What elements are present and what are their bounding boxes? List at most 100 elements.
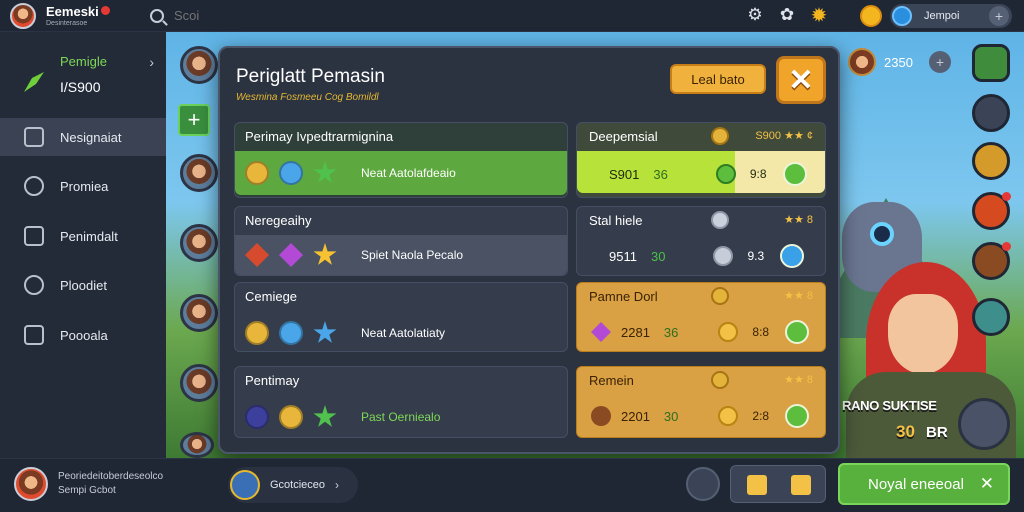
- sidebar-item-3[interactable]: Ploodiet: [0, 266, 166, 304]
- avatar[interactable]: [10, 2, 36, 29]
- gem-icon: [279, 243, 303, 267]
- hero-count-avatar: [848, 48, 876, 76]
- team-card[interactable]: Pentimay Past Oerniealo: [234, 366, 568, 438]
- team-card-row: Past Oerniealo: [235, 395, 567, 439]
- forge-button[interactable]: [972, 94, 1010, 132]
- team-card[interactable]: Perimay Ivpedtrarmignina Neat Aatolafdea…: [234, 122, 568, 198]
- reward-value-secondary: 36: [653, 166, 668, 182]
- skill-button[interactable]: [972, 298, 1010, 336]
- confirm-button[interactable]: Noyal eneeoal ✕: [838, 463, 1010, 505]
- reward-ratio: 2:8: [752, 409, 770, 423]
- add-hero-count-button[interactable]: +: [928, 51, 951, 73]
- confirm-button-label: Noyal eneeoal: [868, 475, 964, 493]
- action-button[interactable]: [958, 398, 1010, 450]
- hero-avatar[interactable]: [180, 364, 218, 402]
- coin-icon: [718, 322, 739, 342]
- sidebar-item-label: Poooala: [60, 327, 108, 343]
- currency-value: Jempoi: [924, 10, 960, 22]
- quest-icon: [230, 470, 260, 500]
- reward-value-secondary: 30: [650, 248, 666, 264]
- star-icon: [313, 405, 337, 427]
- coin-icon[interactable]: [860, 5, 882, 27]
- compass-icon: [24, 176, 44, 196]
- add-currency-button[interactable]: +: [989, 6, 1009, 26]
- shop-box[interactable]: [730, 465, 826, 503]
- sidebar-header-value: I/S900: [60, 79, 101, 95]
- hero-icon: [279, 405, 303, 429]
- quest-pill-label: Gcotcieceo: [270, 479, 326, 491]
- search-icon[interactable]: [150, 8, 164, 23]
- reward-card-row: S901 36 9:8: [577, 151, 825, 197]
- quest-pill[interactable]: Gcotcieceo ›: [228, 467, 358, 503]
- add-hero-button[interactable]: +: [178, 104, 210, 136]
- lead-button[interactable]: Leal bato: [670, 64, 766, 94]
- reward-value-secondary: 30: [663, 408, 679, 424]
- team-card-text: Neat Aatolatiaty: [361, 326, 446, 340]
- sidebar-item-label: Promiea: [60, 178, 109, 194]
- team-card-text: Spiet Naola Pecalo: [361, 248, 464, 262]
- gift-icon[interactable]: [791, 475, 811, 495]
- search-input[interactable]: [174, 8, 574, 23]
- hero-avatar[interactable]: [180, 154, 218, 192]
- checklist-icon: [24, 127, 44, 147]
- currency-pill[interactable]: Jempoi +: [890, 4, 1012, 28]
- reward-value: 9511: [609, 248, 637, 264]
- star-icon: [313, 161, 337, 183]
- team-card[interactable]: Cemiege Neat Aatolatiaty: [234, 282, 568, 352]
- team-card-row: Spiet Naola Pecalo: [235, 235, 567, 275]
- hero-count-value: 2350: [884, 54, 913, 70]
- notification-dot: [1002, 242, 1011, 251]
- sidebar-item-4[interactable]: Poooala: [0, 316, 166, 354]
- footer-text: Peoriedeitoberdeseolco: [58, 471, 164, 482]
- sidebar-item-0[interactable]: Nesignaiat: [0, 118, 166, 156]
- hero-face: [888, 294, 958, 374]
- team-card-text: Past Oerniealo: [361, 410, 441, 424]
- avatar[interactable]: [14, 467, 48, 501]
- profile[interactable]: Eemeski Desinterasoe: [0, 2, 166, 29]
- creature-eye: [870, 222, 894, 246]
- hero-icon: [245, 405, 269, 429]
- hero-icon: [245, 161, 269, 185]
- hero-avatar[interactable]: [180, 432, 214, 458]
- reward-card[interactable]: Pamne Dorl ★★ 8 2281 36 8:8: [576, 282, 826, 352]
- hero-count[interactable]: 2350 +: [848, 48, 951, 76]
- reward-badge-icon[interactable]: [782, 162, 807, 186]
- search-bar[interactable]: [146, 0, 686, 32]
- profile-name: Eemeski: [46, 3, 99, 19]
- reward-card[interactable]: Deepemsial S900 ★★ ¢ S901 36 9:8: [576, 122, 826, 198]
- chevron-right-icon[interactable]: ›: [149, 54, 154, 70]
- gear-icon: [24, 275, 44, 295]
- team-card-row: Neat Aatolatiaty: [235, 311, 567, 355]
- notification-dot: [1002, 192, 1011, 201]
- reward-card[interactable]: Remein ★★ 8 2201 30 2:8: [576, 366, 826, 438]
- reward-card[interactable]: Stal hiele ★★ 8 9511 30 9.3: [576, 206, 826, 276]
- team-card[interactable]: Neregeaihy Spiet Naola Pecalo: [234, 206, 568, 276]
- settings-gear-icon[interactable]: ⚙: [744, 4, 766, 26]
- sidebar-item-1[interactable]: Promiea: [0, 167, 166, 205]
- reward-badge-icon[interactable]: [785, 320, 810, 344]
- hero-avatar[interactable]: [180, 294, 218, 332]
- reward-badge-icon[interactable]: [780, 244, 805, 268]
- reward-card-row: 2201 30 2:8: [577, 395, 825, 437]
- badge-icon[interactable]: ✹: [808, 4, 830, 27]
- hero-avatar[interactable]: [180, 224, 218, 262]
- team-card-row: Neat Aatolafdeaio: [235, 151, 567, 195]
- hero-avatar[interactable]: [180, 46, 218, 84]
- reward-badge-icon[interactable]: [785, 404, 810, 428]
- inventory-button[interactable]: [972, 44, 1010, 82]
- sidebar-item-2[interactable]: Penimdalt: [0, 217, 166, 255]
- close-icon[interactable]: ✕: [980, 474, 994, 494]
- hero-icon: [279, 321, 303, 345]
- rank-button[interactable]: [972, 142, 1010, 180]
- sidebar-item-label: Nesignaiat: [60, 129, 122, 145]
- chevron-right-icon: ›: [335, 478, 340, 492]
- puzzle-icon[interactable]: ✿: [776, 4, 798, 26]
- team-card-text: Neat Aatolafdeaio: [361, 166, 456, 180]
- reward-card-title: Stal hiele: [589, 213, 643, 228]
- power-button[interactable]: [686, 467, 720, 501]
- sidebar-header[interactable]: Pemigle I/S900 ›: [24, 54, 164, 95]
- close-button[interactable]: ✕: [776, 56, 826, 104]
- chest-icon[interactable]: [747, 475, 767, 495]
- promo-value: 30: [896, 422, 915, 441]
- promo-unit: BR: [926, 424, 948, 441]
